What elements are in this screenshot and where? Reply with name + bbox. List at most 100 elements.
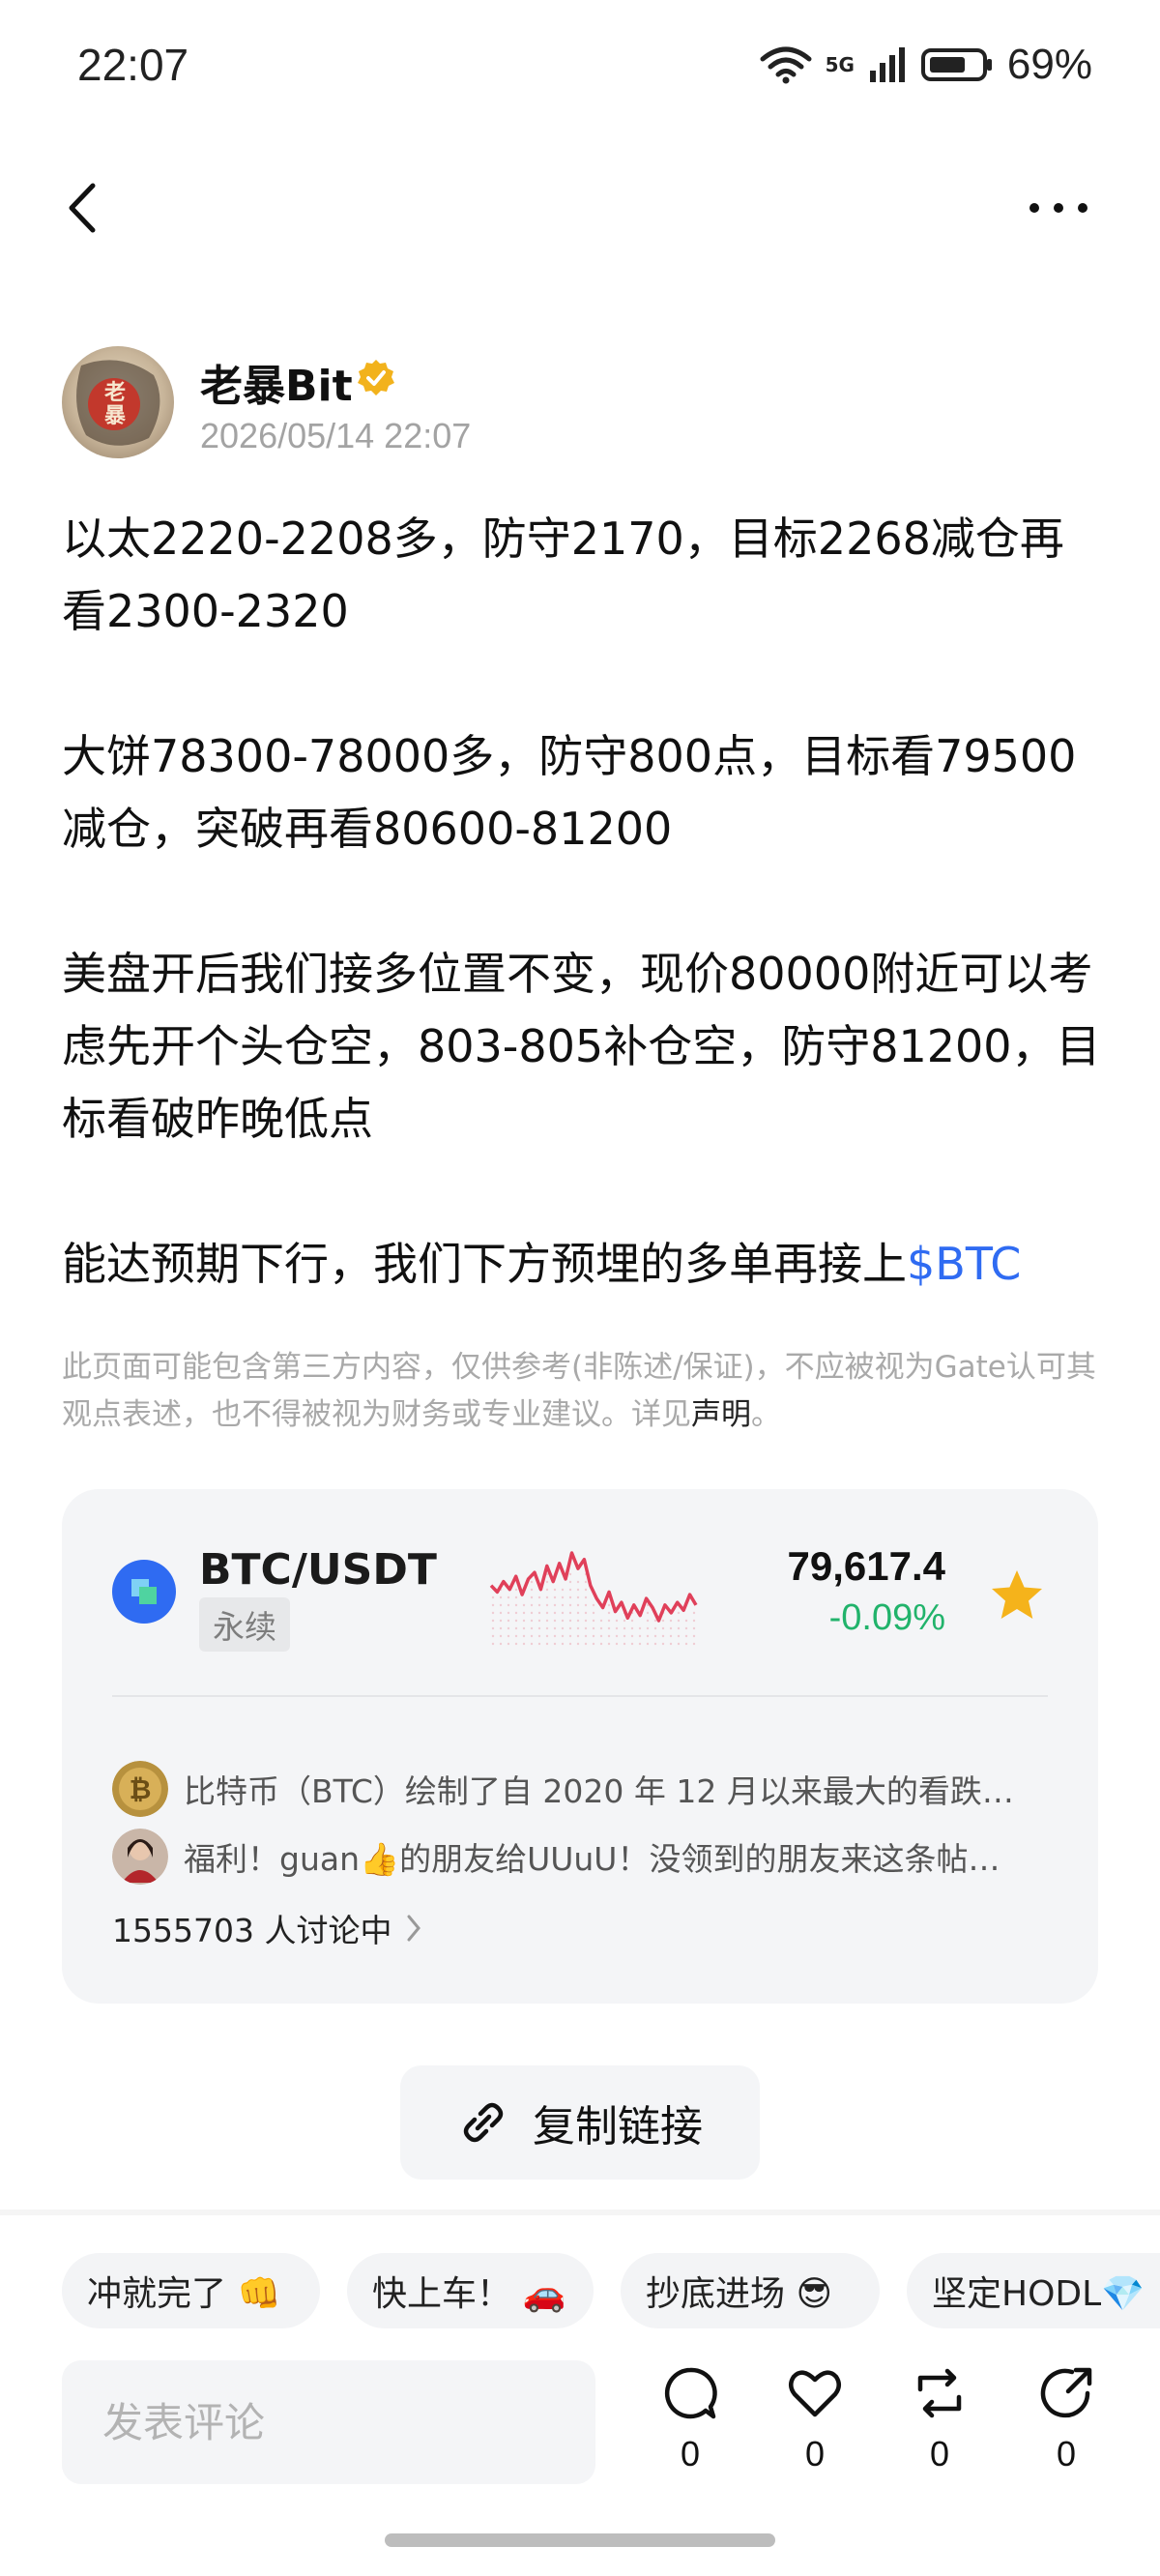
sparkline-fill-dot xyxy=(646,1619,650,1623)
sparkline-fill-dot xyxy=(530,1626,534,1630)
sparkline-fill-dot xyxy=(576,1595,580,1599)
sparkline-fill-dot xyxy=(653,1634,657,1638)
sparkline-fill-dot xyxy=(599,1642,603,1646)
sparkline-fill-dot xyxy=(692,1626,696,1630)
quick-reply-chip[interactable]: 抄底进场 😎 xyxy=(621,2253,880,2328)
sparkline-fill-dot xyxy=(584,1619,588,1623)
home-indicator xyxy=(385,2533,775,2547)
link-icon xyxy=(463,2102,504,2143)
sparkline-fill-dot xyxy=(499,1619,503,1623)
market-card[interactable]: BTC/USDT 永续 79,617.4 -0.09% ₿ 比特币（BTC）绘制… xyxy=(62,1489,1098,2004)
sparkline-fill-dot xyxy=(537,1626,541,1630)
sparkline-fill-dot xyxy=(646,1626,650,1630)
comment-input[interactable] xyxy=(62,2360,595,2484)
sparkline-fill-dot xyxy=(607,1634,611,1638)
sparkline-fill-dot xyxy=(568,1626,572,1630)
market-price: 79,617.4 xyxy=(787,1543,946,1589)
sparkline-fill-dot xyxy=(584,1642,588,1646)
sparkline-fill-dot xyxy=(491,1642,495,1646)
sparkline-fill-dot xyxy=(568,1572,572,1576)
sparkline-fill-dot xyxy=(499,1603,503,1607)
sparkline-fill-dot xyxy=(684,1634,688,1638)
post-timestamp: 2026/05/14 22:07 xyxy=(200,416,472,455)
more-icon xyxy=(1030,203,1088,213)
sparkline-fill-dot xyxy=(568,1619,572,1623)
sparkline-fill-dot xyxy=(514,1634,518,1638)
ticker-link[interactable]: $BTC xyxy=(907,1238,1021,1290)
sparkline-fill-dot xyxy=(653,1619,657,1623)
sparkline-fill-dot xyxy=(553,1603,557,1607)
sparkline-fill-dot xyxy=(684,1642,688,1646)
sparkline-fill-dot xyxy=(623,1619,626,1623)
sparkline-fill-dot xyxy=(584,1611,588,1615)
verified-badge-icon xyxy=(358,360,394,395)
post-paragraph: 以太2220-2208多，防守2170，目标2268减仓再看2300-2320 xyxy=(62,512,1064,637)
more-options-button[interactable] xyxy=(1025,189,1092,227)
copy-link-button[interactable]: 复制链接 xyxy=(400,2065,760,2180)
repost-button[interactable]: 0 xyxy=(891,2364,988,2474)
sparkline-fill-dot xyxy=(514,1595,518,1599)
sparkline-fill-dot xyxy=(669,1634,673,1638)
sparkline-fill-dot xyxy=(530,1603,534,1607)
quick-reply-chip[interactable]: 冲就完了 👊 xyxy=(62,2253,320,2328)
sparkline-fill-dot xyxy=(491,1603,495,1607)
sparkline-fill-dot xyxy=(584,1626,588,1630)
sparkline-fill-dot xyxy=(646,1611,650,1615)
disclaimer-tail: 。 xyxy=(751,1397,781,1432)
comment-button[interactable]: 0 xyxy=(642,2364,739,2474)
sparkline-fill-dot xyxy=(530,1588,534,1592)
sparkline-fill-dot xyxy=(561,1603,565,1607)
sparkline-fill-dot xyxy=(684,1626,688,1630)
quick-reply-chip[interactable]: 快上车！ 🚗 xyxy=(347,2253,594,2328)
sparkline-fill-dot xyxy=(630,1634,634,1638)
author-name[interactable]: 老暴Bit xyxy=(200,351,353,413)
sparkline-fill-dot xyxy=(537,1634,541,1638)
sparkline-fill-dot xyxy=(653,1642,657,1646)
sparkline-fill-dot xyxy=(561,1642,565,1646)
sparkline-line xyxy=(489,1551,698,1623)
sparkline-fill-dot xyxy=(615,1634,619,1638)
discussion-count-link[interactable]: 1555703 人讨论中 xyxy=(112,1905,422,1951)
like-button[interactable]: 0 xyxy=(767,2364,863,2474)
author-avatar[interactable]: 老暴 xyxy=(62,346,174,458)
status-time: 22:07 xyxy=(77,40,189,90)
sparkline-fill-dot xyxy=(638,1642,642,1646)
sparkline-fill-dot xyxy=(568,1642,572,1646)
discussion-item[interactable]: 福利！guan👍的朋友给UUuU！没领到的朋友来这条帖子领取福利 xyxy=(112,1828,1025,1886)
sparkline-fill-dot xyxy=(499,1642,503,1646)
sparkline-fill-dot xyxy=(561,1619,565,1623)
sparkline-fill-dot xyxy=(568,1603,572,1607)
sparkline-fill-dot xyxy=(692,1611,696,1615)
sparkline-fill-dot xyxy=(615,1642,619,1646)
sparkline-fill-dot xyxy=(576,1588,580,1592)
share-button[interactable]: 0 xyxy=(1018,2364,1115,2474)
sparkline-fill-dot xyxy=(507,1611,510,1615)
sparkline-fill-dot xyxy=(507,1619,510,1623)
sparkline-fill-dot xyxy=(669,1642,673,1646)
comment-count: 0 xyxy=(680,2434,701,2474)
sparkline-fill-dot xyxy=(584,1580,588,1584)
sparkline-fill-dot xyxy=(599,1626,603,1630)
status-bar: 22:07 5G 69% xyxy=(0,0,1160,145)
sparkline-fill-dot xyxy=(545,1580,549,1584)
sparkline-fill-dot xyxy=(630,1626,634,1630)
sparkline-fill-dot xyxy=(568,1580,572,1584)
disclaimer-link[interactable]: 声明 xyxy=(691,1397,751,1432)
sparkline-fill-dot xyxy=(607,1603,611,1607)
sparkline-fill-dot xyxy=(568,1634,572,1638)
sparkline-fill-dot xyxy=(669,1626,673,1630)
sparkline-fill-dot xyxy=(692,1642,696,1646)
favorite-star-icon[interactable] xyxy=(988,1566,1046,1625)
discussion-item[interactable]: ₿ 比特币（BTC）绘制了自 2020 年 12 月以来最大的看跌吞没形态 xyxy=(112,1760,1025,1818)
quick-reply-chip[interactable]: 坚定HODL💎 xyxy=(907,2253,1160,2328)
sparkline-fill-dot xyxy=(646,1642,650,1646)
sparkline-fill-dot xyxy=(684,1619,688,1623)
sparkline-fill-dot xyxy=(499,1626,503,1630)
sparkline-fill-dot xyxy=(576,1603,580,1607)
sparkline-fill-dot xyxy=(514,1642,518,1646)
sparkline-fill-dot xyxy=(677,1634,681,1638)
sparkline-fill-dot xyxy=(553,1642,557,1646)
market-pair: BTC/USDT xyxy=(199,1545,437,1595)
back-button[interactable] xyxy=(58,174,106,242)
sparkline-fill-dot xyxy=(553,1626,557,1630)
